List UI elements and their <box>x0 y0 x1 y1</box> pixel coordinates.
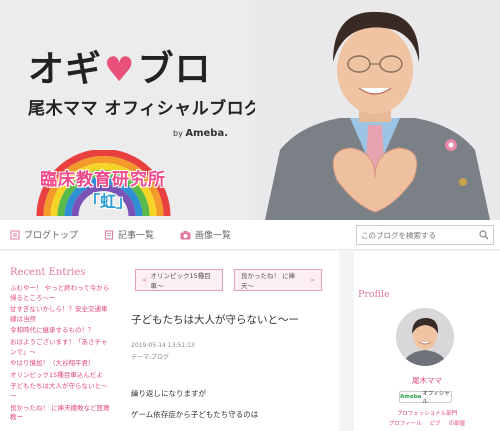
home-icon <box>10 230 20 239</box>
search-input[interactable] <box>361 230 471 240</box>
article-main: < オリンピック15種目車〜 良かったね！ に捧天〜 > 子どもたちは大人が守ら… <box>117 251 339 431</box>
institute-title: 臨床教育研究所 <box>40 170 166 190</box>
nav-article-list[interactable]: 記事一覧 <box>104 228 154 241</box>
nav-label: ブログトップ <box>24 231 79 241</box>
blog-search[interactable] <box>356 225 494 245</box>
profile-category[interactable]: プロフェッショナル部門 <box>354 409 500 417</box>
search-icon[interactable] <box>479 230 489 240</box>
next-article-button[interactable]: 良かったね！ に捧天〜 > <box>234 269 322 291</box>
heart-icon: ♥ <box>104 50 136 90</box>
blog-subtitle: 尾木ママ オフィシャルブログ <box>28 99 262 119</box>
blog-logo[interactable]: オギ ♥ ブロ <box>28 49 262 91</box>
column-gap <box>339 251 354 431</box>
prev-article-label: オリンピック15種目車〜 <box>150 272 211 290</box>
recent-entry-link[interactable]: 子どもたちは大人が守らないと〜ー <box>10 382 112 401</box>
header-portrait <box>255 0 500 220</box>
avatar-image <box>396 308 454 366</box>
official-badge: Ameba オフィシャル <box>399 391 452 405</box>
nav-blog-top[interactable]: ブログトップ <box>10 228 78 241</box>
profile-heading: Profile <box>358 289 390 300</box>
official-label: オフィシャル <box>422 391 450 405</box>
nav-label: 画像一覧 <box>195 231 232 241</box>
profile-sidebar: Profile 尾木ママ Ameba オフィシャル プロフェッショナル部門 プロ… <box>354 251 500 431</box>
profile-link[interactable]: の部屋 <box>449 421 466 427</box>
institute-subtitle: 「虹」 <box>84 192 133 211</box>
nav-label: 記事一覧 <box>118 231 155 241</box>
logo-text-right: ブロ <box>137 49 212 90</box>
brand: オギ ♥ ブロ 尾木ママ オフィシャルブログ <box>28 49 262 120</box>
profile-link[interactable]: プロフィール <box>389 421 422 427</box>
recent-entry-link[interactable]: 良かったね！ に捧天撒敗など医療教ー <box>10 404 112 423</box>
recent-entry-link[interactable]: 甘すぎないかしら！？安全交通車線は当然 <box>10 305 112 324</box>
article-title: 子どもたちは大人が守らないと〜ー <box>131 314 299 326</box>
recent-entry-link[interactable]: オリンピック15種目車込んだよ <box>10 371 112 381</box>
ameba-logo: Ameba. <box>185 128 229 139</box>
avatar[interactable] <box>396 308 454 366</box>
logo-text-left: オギ <box>28 49 103 90</box>
profile-links: プロフィール ピグ の部屋 <box>354 419 500 427</box>
chevron-right-icon: > <box>309 276 315 284</box>
article-paragraph: ゲーム依存症から子どもたち守るのは <box>131 410 259 419</box>
article-paragraph: 繰り返しになりますが <box>131 389 206 398</box>
recent-entry-link[interactable]: やはり憶加！（大谷翔平君） <box>10 359 112 369</box>
recent-entries-heading: Recent Entries <box>10 267 86 278</box>
by-text: by <box>173 129 183 138</box>
recent-entries-sidebar: Recent Entries ふむやー！ やっと終わって今から帰るところ〜ー 甘… <box>0 251 117 431</box>
ameba-credit: by Ameba. <box>173 128 228 139</box>
recent-entry-link[interactable]: 令和時代に継承するもの！？ <box>10 326 112 336</box>
document-icon <box>105 230 114 239</box>
profile-name[interactable]: 尾木ママ <box>354 375 500 386</box>
nav-image-list[interactable]: 画像一覧 <box>180 228 231 241</box>
recent-entry-link[interactable]: おはようございます！「あさチャンで」〜 <box>10 338 112 357</box>
next-article-label: 良かったね！ に捧天〜 <box>241 272 296 290</box>
official-brand: Ameba <box>400 394 422 400</box>
article-theme[interactable]: テーマ:ブログ <box>131 352 169 361</box>
article-date: 2019-05-14 13:51:13 <box>131 342 195 349</box>
chevron-left-icon: < <box>142 276 148 284</box>
profile-link[interactable]: ピグ <box>430 421 441 427</box>
prev-article-button[interactable]: < オリンピック15種目車〜 <box>135 269 223 291</box>
blog-header: オギ ♥ ブロ 尾木ママ オフィシャルブログ by Ameba. 臨床教育研究所… <box>0 0 500 220</box>
blog-nav: ブログトップ 記事一覧 画像一覧 <box>0 220 500 250</box>
camera-icon <box>180 230 191 239</box>
recent-entry-link[interactable]: ふむやー！ やっと終わって今から帰るところ〜ー <box>10 284 112 303</box>
